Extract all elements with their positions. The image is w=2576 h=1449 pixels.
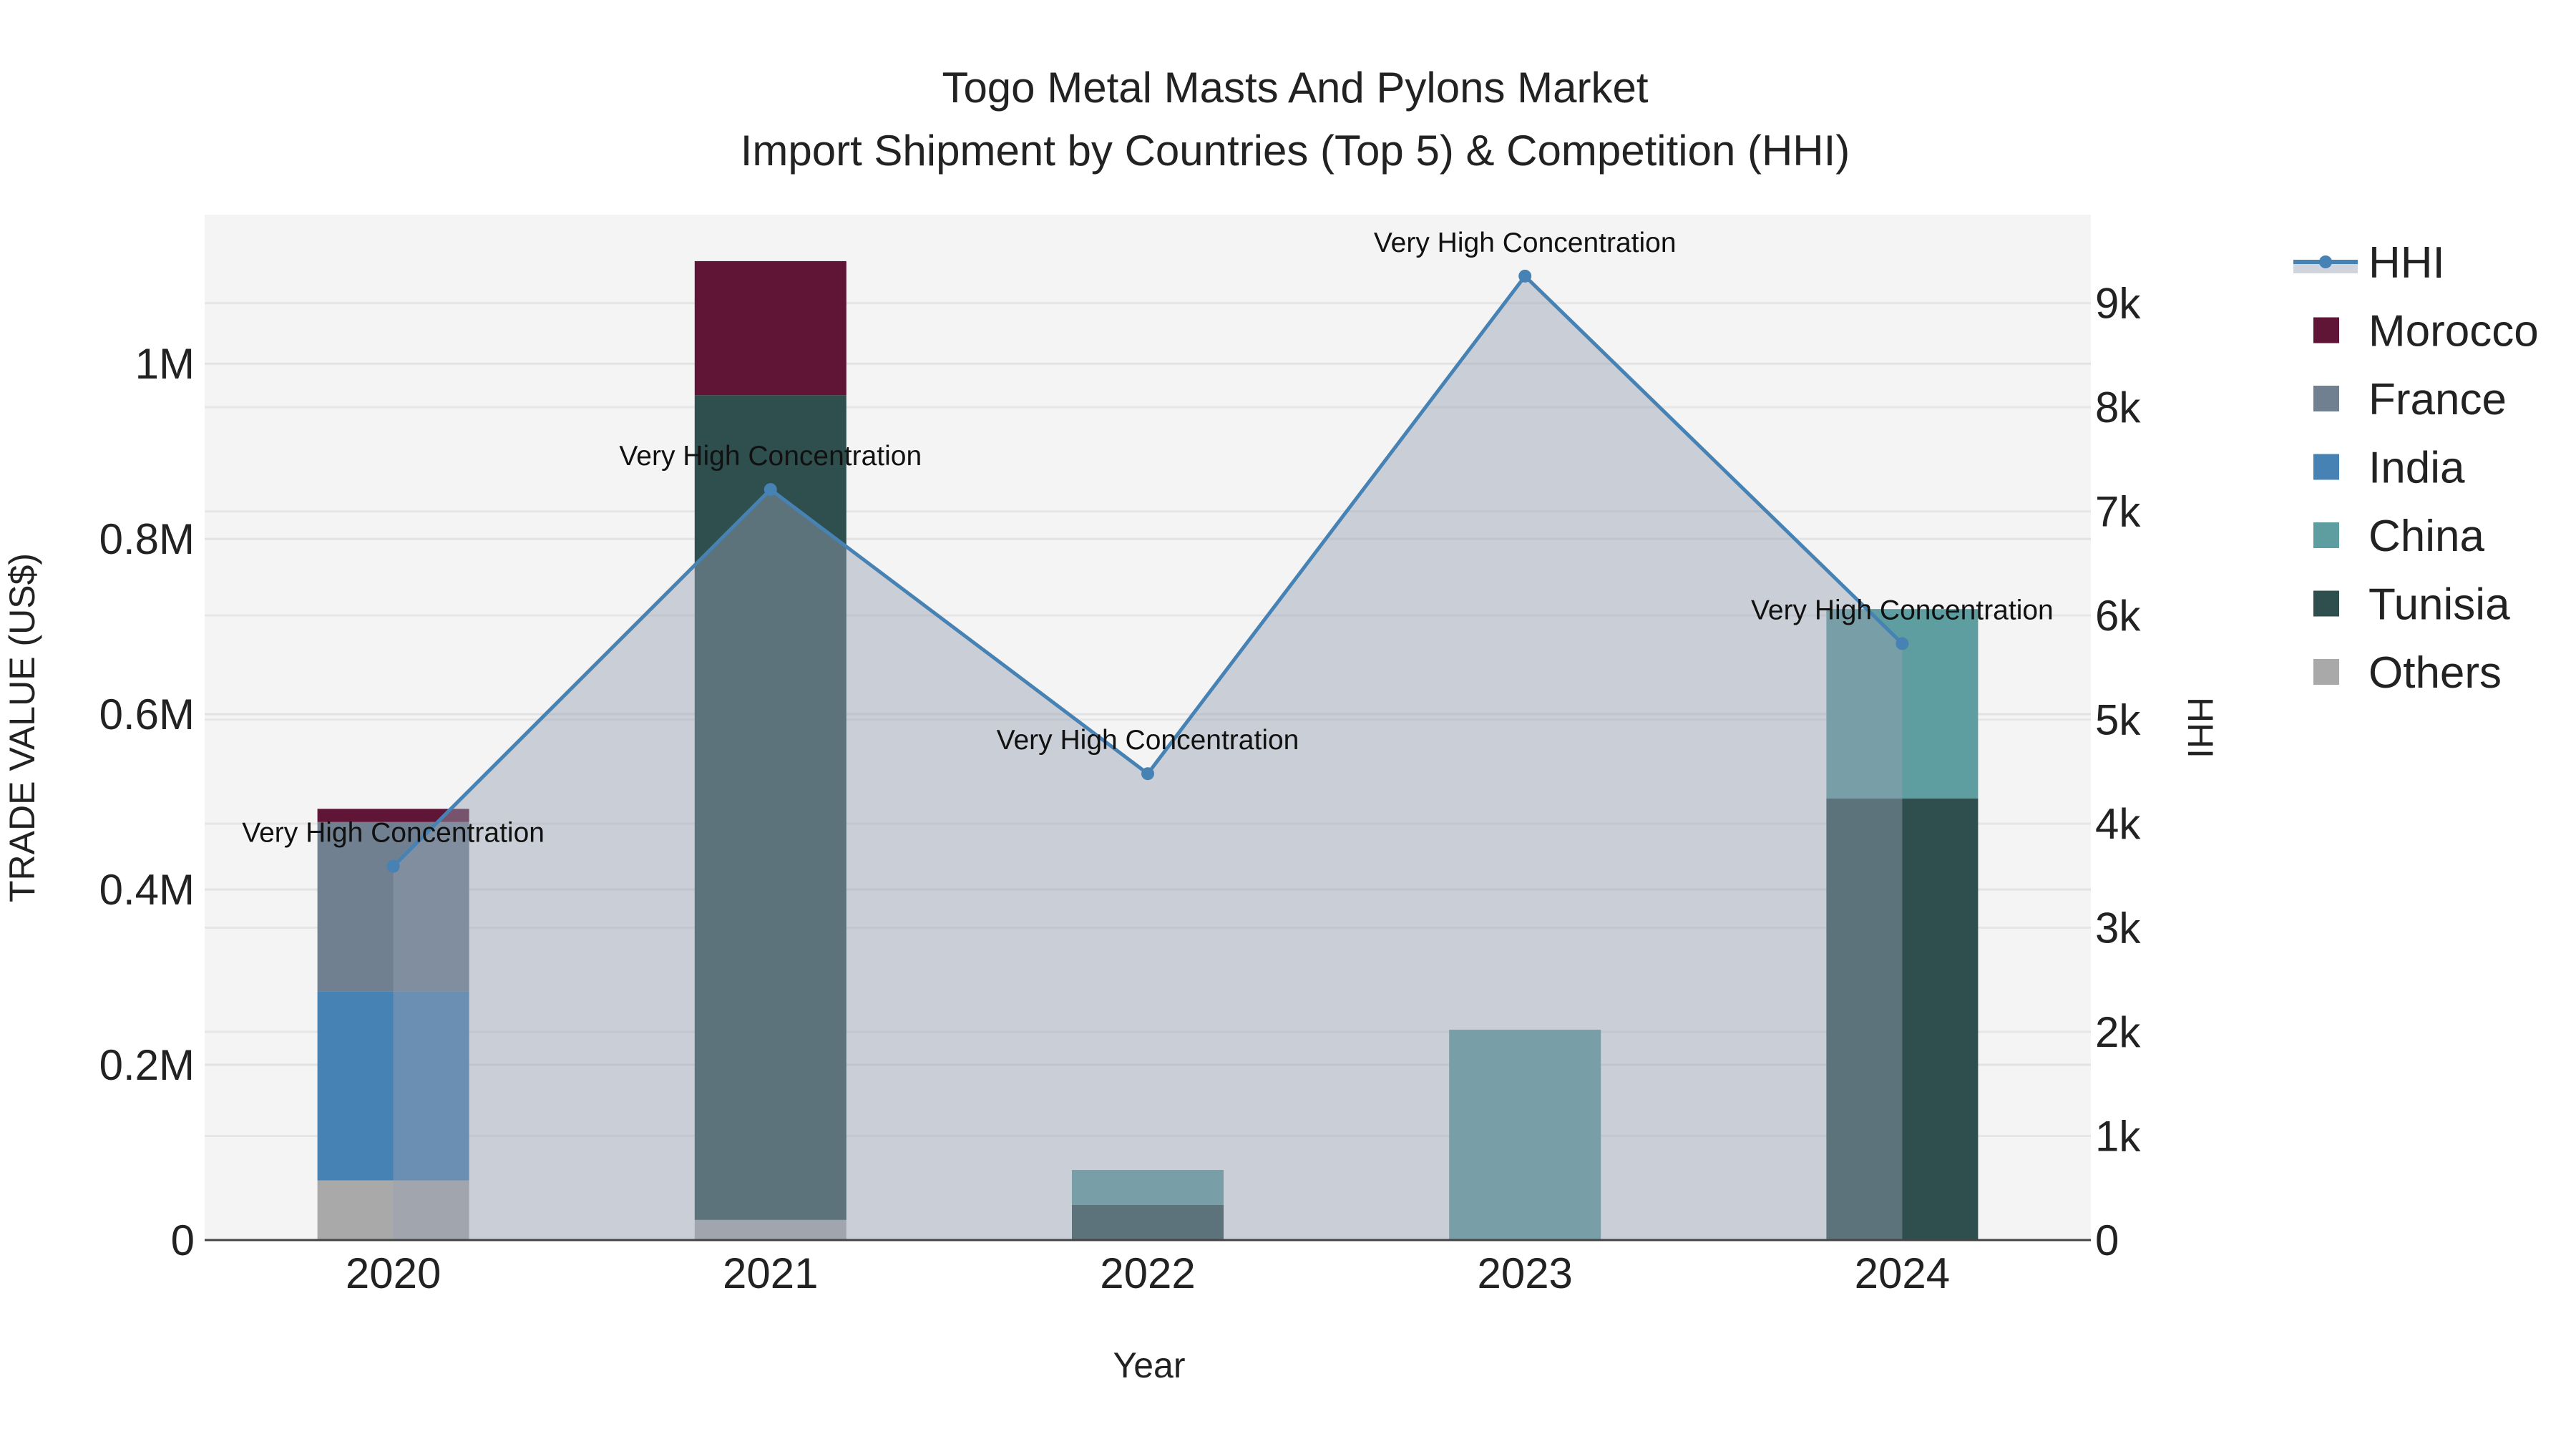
y2-tick-label: 3k <box>2095 904 2141 952</box>
hhi-annotation: Very High Concentration <box>242 818 545 849</box>
legend-marker-icon <box>2319 255 2332 268</box>
y2-tick-label: 8k <box>2095 384 2141 431</box>
hhi-annotation: Very High Concentration <box>1374 228 1677 258</box>
legend-label: France <box>2368 375 2507 424</box>
y2-tick-label: 7k <box>2095 488 2141 536</box>
y-tick-label: 0 <box>171 1216 195 1264</box>
x-tick-label: 2022 <box>1100 1249 1195 1297</box>
hhi-point-2020 <box>386 859 400 873</box>
chart-subtitle: Import Shipment by Countries (Top 5) & C… <box>741 127 1850 175</box>
y-tick-label: 1M <box>135 340 195 388</box>
legend-label: China <box>2368 512 2485 561</box>
legend-swatch-icon <box>2313 454 2339 480</box>
y2-tick-label: 6k <box>2095 592 2141 640</box>
y-tick-label: 0.8M <box>99 515 195 563</box>
y2-axis-title: HHI <box>2180 697 2220 758</box>
legend-label: Tunisia <box>2368 580 2510 630</box>
y2-tick-label: 1k <box>2095 1113 2141 1161</box>
legend-swatch-icon <box>2313 317 2339 343</box>
legend-swatch-icon <box>2313 590 2339 617</box>
x-tick-label: 2020 <box>346 1249 441 1297</box>
legend-swatch-icon <box>2313 386 2339 411</box>
legend-label: India <box>2368 444 2465 493</box>
legend-item-others[interactable]: Others <box>2313 648 2502 698</box>
y-tick-label: 0.6M <box>99 691 195 738</box>
legend-item-tunisia[interactable]: Tunisia <box>2313 580 2510 630</box>
x-axis-title: Year <box>1113 1345 1185 1385</box>
legend-swatch-icon <box>2313 522 2339 548</box>
legend-item-france[interactable]: France <box>2313 375 2507 424</box>
y-axis-title: TRADE VALUE (US$) <box>2 553 42 902</box>
hhi-annotation: Very High Concentration <box>619 441 922 472</box>
legend-item-morocco[interactable]: Morocco <box>2313 307 2539 356</box>
y-tick-label: 0.4M <box>99 866 195 914</box>
legend-item-china[interactable]: China <box>2313 512 2485 561</box>
hhi-annotation: Very High Concentration <box>997 725 1299 756</box>
y2-tick-label: 2k <box>2095 1008 2141 1056</box>
hhi-point-2023 <box>1518 269 1532 283</box>
y2-tick-label: 5k <box>2095 696 2141 744</box>
hhi-point-2022 <box>1141 767 1154 781</box>
hhi-point-2024 <box>1896 637 1909 650</box>
chart-title: Togo Metal Masts And Pylons Market <box>942 64 1648 112</box>
legend-label: Others <box>2368 648 2502 698</box>
y2-tick-label: 4k <box>2095 800 2141 848</box>
legend-item-india[interactable]: India <box>2313 444 2465 493</box>
bar-morocco-2021 <box>694 260 847 396</box>
legend-swatch-icon <box>2313 659 2339 685</box>
y-tick-label: 0.2M <box>99 1041 195 1089</box>
x-tick-label: 2023 <box>1477 1249 1572 1297</box>
legend-label: Morocco <box>2368 307 2539 356</box>
legend: HHI Morocco France India China Tunisia Others <box>2293 238 2539 698</box>
y2-tick-label: 0 <box>2095 1216 2119 1264</box>
legend-item-hhi[interactable]: HHI <box>2293 238 2445 288</box>
hhi-annotation: Very High Concentration <box>1751 595 2054 625</box>
chart: Very High Concentration Very High Concent… <box>2 64 2539 1385</box>
x-tick-label: 2024 <box>1855 1249 1950 1297</box>
hhi-point-2021 <box>763 483 777 497</box>
y2-tick-label: 9k <box>2095 280 2141 328</box>
x-tick-label: 2021 <box>723 1249 818 1297</box>
legend-label: HHI <box>2368 238 2445 288</box>
